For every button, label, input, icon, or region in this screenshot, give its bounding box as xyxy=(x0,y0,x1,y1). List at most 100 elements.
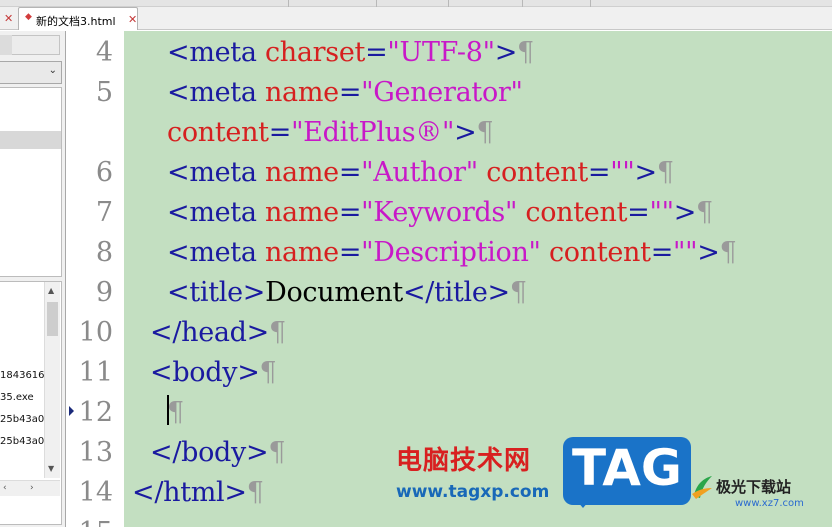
code-token: <meta xyxy=(167,237,257,268)
scroll-left-icon[interactable]: ‹ xyxy=(3,483,7,493)
tab-active-document[interactable]: ◆ 新的文档3.html ✕ xyxy=(18,7,138,30)
tab-label: 新的文档3.html xyxy=(36,15,116,28)
vertical-scrollbar[interactable]: ▲ ▼ xyxy=(44,282,60,478)
list-item[interactable]: 35.exe xyxy=(0,392,44,403)
code-token: "" xyxy=(649,197,674,228)
line-number: 6 xyxy=(95,157,113,188)
code-token: name xyxy=(264,237,339,268)
code-line[interactable]: <meta name="Author" content="">¶ xyxy=(167,153,674,193)
pilcrow-mark: ¶ xyxy=(259,357,277,388)
code-token: = xyxy=(627,197,650,228)
scrollbar-thumb[interactable] xyxy=(47,302,58,336)
code-token: content xyxy=(167,117,269,148)
current-line-marker-icon xyxy=(69,406,74,416)
code-token: "EditPlus®" xyxy=(291,117,455,148)
selected-folder[interactable] xyxy=(0,131,61,149)
code-line[interactable]: ¶ xyxy=(167,393,184,433)
code-line[interactable]: <meta name="Keywords" content="">¶ xyxy=(167,193,713,233)
code-token: "Author" xyxy=(361,157,478,188)
code-token: </title> xyxy=(402,277,510,308)
scroll-up-icon[interactable]: ▲ xyxy=(48,286,54,295)
line-number: 5 xyxy=(95,77,113,108)
code-token: > xyxy=(634,157,658,188)
code-token: <meta xyxy=(167,197,257,228)
line-number-gutter[interactable]: 4 5 6 7 8 9 10 11 12 13 14 15 xyxy=(67,31,124,527)
folder-tree[interactable] xyxy=(0,87,62,277)
pilcrow-mark: ¶ xyxy=(517,37,534,68)
line-number: 11 xyxy=(78,357,113,388)
scroll-right-icon[interactable]: › xyxy=(30,483,34,493)
directory-panel: ⌄ 1843616 35.exe 25b43a0 25b43a0 ▲ ▼ ‹ › xyxy=(0,31,66,527)
pilcrow-mark: ¶ xyxy=(269,317,286,348)
code-token: <meta xyxy=(167,77,257,108)
list-item[interactable]: 1843616 xyxy=(0,370,44,381)
code-line[interactable]: content="EditPlus®">¶ xyxy=(167,113,494,153)
tab-separator xyxy=(590,0,591,7)
watermark-site-url: www.tagxp.com xyxy=(396,482,550,502)
code-token: "UTF-8" xyxy=(387,37,495,68)
code-line[interactable]: <meta charset="UTF-8">¶ xyxy=(167,33,534,73)
code-token: <meta xyxy=(167,157,257,188)
tag-logo-text: TAG xyxy=(572,439,682,497)
code-token: "" xyxy=(673,237,698,268)
code-line[interactable]: </body>¶ xyxy=(150,433,286,473)
code-token: = xyxy=(587,157,611,188)
list-item[interactable]: 25b43a0 xyxy=(0,414,44,425)
scroll-down-icon[interactable]: ▼ xyxy=(48,464,54,473)
line-number: 4 xyxy=(95,37,113,68)
code-token: name xyxy=(264,197,339,228)
code-token: <body> xyxy=(150,357,260,388)
list-item[interactable]: 25b43a0 xyxy=(0,436,44,447)
code-token: "Description" xyxy=(361,237,541,268)
tag-logo: TAG xyxy=(563,437,691,508)
tab-separator xyxy=(376,0,377,7)
code-token: content xyxy=(525,197,628,228)
code-token: </head> xyxy=(150,317,269,348)
code-token: > xyxy=(673,197,697,228)
code-token: = xyxy=(365,37,388,68)
pilcrow-mark: ¶ xyxy=(696,197,713,228)
code-line[interactable]: <body>¶ xyxy=(150,353,277,393)
tab-separator xyxy=(522,0,523,7)
horizontal-scrollbar[interactable]: ‹ › xyxy=(0,480,60,496)
code-token: content xyxy=(548,237,651,268)
code-token: Document xyxy=(265,277,403,308)
directory-toolbar-button[interactable] xyxy=(0,35,12,55)
code-token: "Keywords" xyxy=(361,197,518,228)
pilcrow-mark: ¶ xyxy=(656,157,674,188)
code-token: </html> xyxy=(132,477,247,508)
code-token: "Generator" xyxy=(361,77,523,108)
close-icon[interactable]: ✕ xyxy=(128,14,137,25)
code-token: name xyxy=(264,157,339,188)
line-number: 8 xyxy=(95,237,113,268)
code-token: > xyxy=(494,37,518,68)
code-line[interactable]: <meta name="Generator" xyxy=(167,73,523,113)
close-icon[interactable]: ✕ xyxy=(4,13,13,24)
line-number: 14 xyxy=(78,477,113,508)
line-number: 10 xyxy=(78,317,113,348)
file-list[interactable]: 1843616 35.exe 25b43a0 25b43a0 ▲ ▼ ‹ › xyxy=(0,281,62,525)
pilcrow-mark: ¶ xyxy=(719,237,737,268)
code-line[interactable]: </html>¶ xyxy=(132,473,264,513)
code-line[interactable]: <title>Document</title>¶ xyxy=(167,273,527,313)
code-token: name xyxy=(264,77,339,108)
code-token: <meta xyxy=(167,37,257,68)
chevron-down-icon[interactable]: ⌄ xyxy=(49,65,57,76)
code-token: charset xyxy=(264,37,366,68)
code-line[interactable]: </head>¶ xyxy=(150,313,286,353)
code-token: "" xyxy=(610,157,635,188)
drive-select[interactable]: ⌄ xyxy=(0,61,62,84)
line-number: 7 xyxy=(95,197,113,228)
code-token: > xyxy=(454,117,477,148)
watermark-download-site-url: www.xz7.com xyxy=(735,498,804,509)
pilcrow-mark: ¶ xyxy=(476,117,494,148)
code-token: = xyxy=(338,197,362,228)
watermark-download-site-name: 极光下载站 xyxy=(716,478,792,496)
code-line[interactable]: <meta name="Description" content="">¶ xyxy=(167,233,737,273)
